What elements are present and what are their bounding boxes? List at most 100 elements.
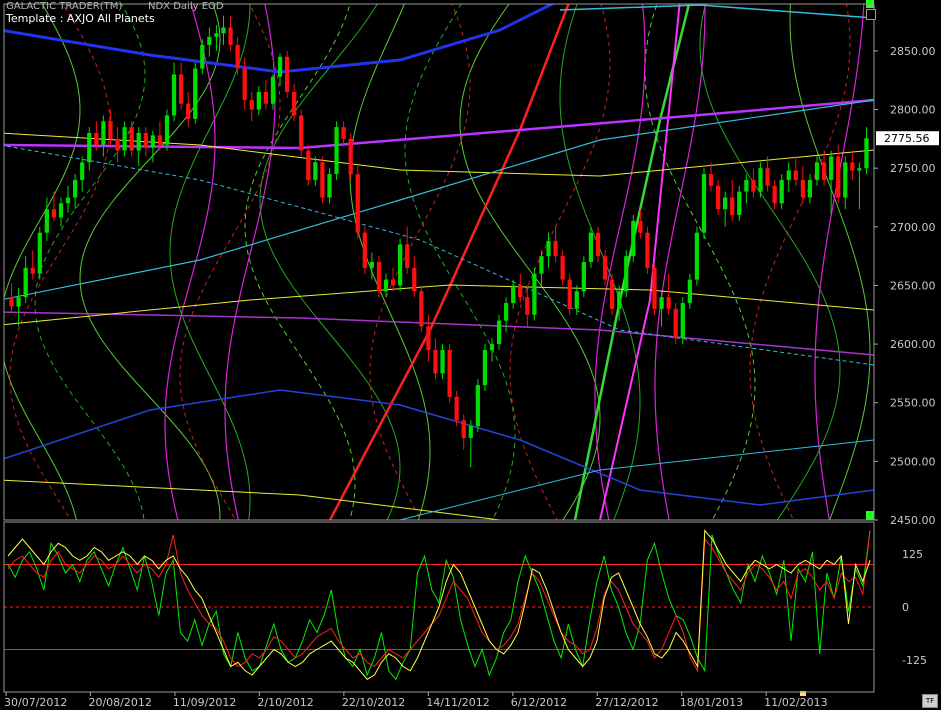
- candle-body: [16, 297, 21, 307]
- candle-body: [617, 291, 622, 309]
- candle-body: [87, 133, 92, 163]
- blue-arc-low: [4, 389, 874, 506]
- candle-body: [553, 240, 558, 257]
- green-planet-line: [244, 4, 356, 520]
- green-planet-line: [644, 4, 756, 520]
- candle-body: [320, 162, 325, 198]
- candle-body: [475, 385, 480, 427]
- green-planet-line: [79, 4, 221, 520]
- candle-body: [454, 396, 459, 421]
- candle-body: [744, 179, 749, 192]
- candle-body: [277, 56, 283, 77]
- green-planet-line: [34, 4, 146, 520]
- candle-body: [327, 174, 332, 198]
- candlestick-series: [9, 15, 869, 468]
- magenta-planet-line: [814, 4, 865, 520]
- candle-body: [108, 121, 113, 139]
- candle-body: [645, 232, 650, 268]
- candle-body: [235, 45, 240, 69]
- date-tick-label: 27/12/2012: [595, 696, 658, 709]
- date-tick-label: 20/08/2012: [88, 696, 151, 709]
- candle-body: [673, 308, 678, 339]
- green-planet-line: [404, 4, 516, 520]
- candle-body: [433, 349, 438, 374]
- osc-tick-label: 0: [902, 601, 909, 614]
- candle-body: [150, 135, 155, 148]
- candle-body: [284, 56, 290, 92]
- date-tick-label: 11/02/2013: [764, 696, 827, 709]
- date-tick-label: 2/10/2012: [257, 696, 313, 709]
- candle-body: [369, 262, 374, 268]
- candle-body: [37, 232, 42, 274]
- price-tick-label: 2550.00: [890, 397, 936, 410]
- candle-body: [511, 285, 516, 304]
- candle-body: [821, 162, 827, 180]
- candle-body: [94, 133, 99, 145]
- candle-body: [659, 297, 664, 309]
- tf-button[interactable]: TF: [922, 694, 938, 708]
- green-planet-line: [699, 4, 841, 520]
- candle-body: [468, 426, 473, 438]
- candle-body: [383, 279, 389, 292]
- candle-body: [737, 191, 742, 216]
- candle-body: [850, 162, 855, 171]
- candle-body: [143, 133, 148, 148]
- candle-body: [504, 303, 509, 321]
- green-marker: [866, 511, 874, 520]
- candle-body: [489, 344, 495, 350]
- candle-body: [221, 27, 226, 34]
- candle-body: [694, 232, 700, 280]
- candle-body: [419, 291, 424, 327]
- oscillator-panel: 125 0 -125: [4, 529, 927, 681]
- osc-series-line: [7, 529, 871, 680]
- price-panel-frame: [3, 3, 875, 521]
- candle-body: [814, 162, 820, 180]
- osc-tick-label: -125: [902, 654, 927, 667]
- date-tick-label: 22/10/2012: [342, 696, 405, 709]
- candle-body: [157, 135, 163, 145]
- candle-body: [228, 27, 233, 46]
- candle-body: [857, 168, 862, 171]
- candle-body: [638, 220, 643, 233]
- candle-body: [843, 162, 848, 198]
- candle-body: [567, 279, 572, 309]
- candle-body: [758, 168, 763, 192]
- candle-body: [680, 303, 685, 339]
- candle-body: [299, 115, 304, 151]
- red-planet-line: [369, 4, 471, 520]
- green-planet-line: [459, 4, 601, 520]
- green-planet-line: [789, 4, 871, 520]
- chart-canvas[interactable]: 2450.00 2500.00 2550.00 2600.00 2650.00 2700.…: [0, 0, 941, 710]
- price-tick-label: 2750.00: [890, 162, 936, 175]
- panel-corner-button[interactable]: [866, 9, 876, 20]
- candle-body: [51, 209, 57, 218]
- candle-body: [581, 262, 586, 292]
- candle-body: [193, 68, 198, 119]
- price-axis: 2450.00 2500.00 2550.00 2600.00 2650.00 2700.…: [866, 0, 939, 527]
- candle-body: [715, 185, 721, 210]
- candle-body: [560, 256, 565, 280]
- candle-body: [164, 115, 170, 145]
- candle-body: [200, 45, 205, 69]
- template-label: Template : AXJO All Planets: [6, 12, 155, 25]
- price-tick-label: 2850.00: [890, 45, 936, 58]
- candle-body: [412, 267, 417, 292]
- candle-body: [723, 197, 728, 210]
- candle-body: [270, 76, 276, 104]
- candle-body: [807, 179, 813, 198]
- candle-body: [80, 162, 85, 180]
- candle-body: [786, 170, 791, 180]
- candle-body: [101, 121, 106, 145]
- candle-body: [129, 127, 134, 151]
- candle-body: [687, 279, 692, 304]
- candle-body: [376, 262, 382, 292]
- magenta-planet-line: [594, 4, 646, 520]
- candle-body: [292, 91, 297, 116]
- candle-body: [186, 103, 191, 119]
- candle-body: [765, 168, 770, 186]
- candle-body: [701, 174, 707, 233]
- candle-body: [588, 232, 594, 262]
- candle-body: [405, 244, 410, 268]
- candle-body: [829, 156, 834, 180]
- cyan-top: [559, 4, 874, 19]
